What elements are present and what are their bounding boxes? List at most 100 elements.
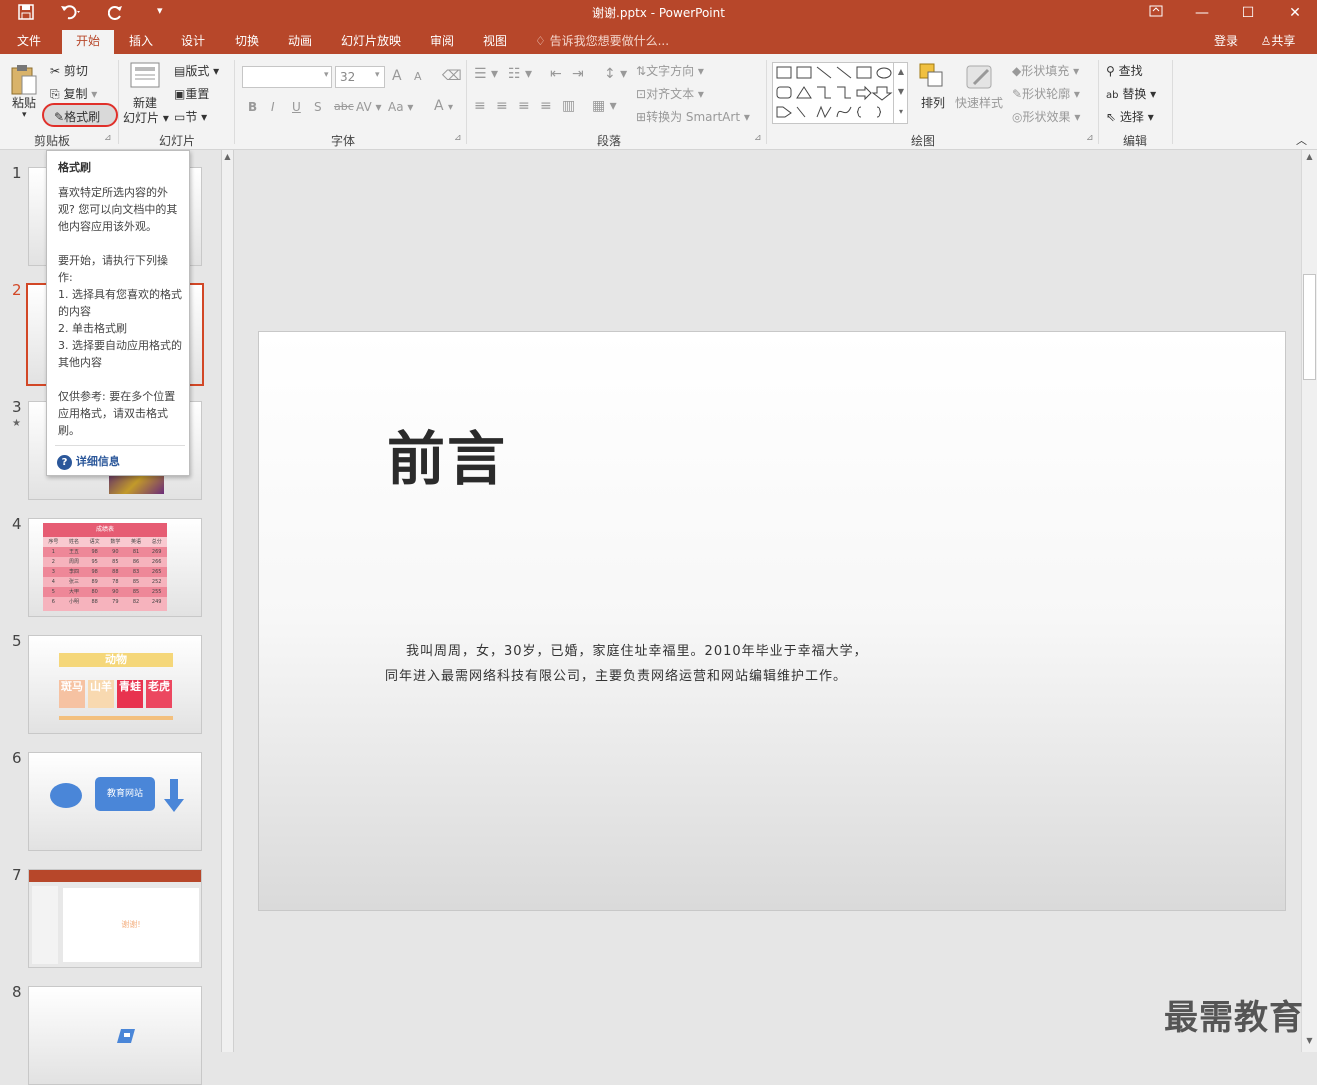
shape-outline-button[interactable]: ✎形状轮廓 ▾ <box>1012 85 1080 102</box>
scroll-thumb[interactable] <box>1303 274 1316 380</box>
section-button[interactable]: ▭节 ▾ <box>174 108 207 125</box>
font-color-button[interactable]: A ▾ <box>434 98 453 114</box>
font-color-label: A <box>434 98 444 114</box>
copy-button[interactable]: ⎘ 复制 ▾ <box>50 85 97 102</box>
shape-fill-button[interactable]: ◆形状填充 ▾ <box>1012 62 1079 79</box>
format-painter-button[interactable]: ✎格式刷 <box>42 103 118 127</box>
change-case-button[interactable]: Aa ▾ <box>388 100 413 114</box>
clipboard-launcher-icon[interactable]: ⊿ <box>104 133 112 143</box>
paste-button[interactable]: 粘贴 <box>12 94 36 111</box>
ribbon-display-icon[interactable] <box>1136 2 1176 24</box>
scroll-up-icon[interactable]: ▲ <box>1302 150 1317 164</box>
slide-thumbnail-8[interactable] <box>28 986 202 1085</box>
tab-insert[interactable]: 插入 <box>120 28 162 54</box>
tab-slideshow[interactable]: 幻灯片放映 <box>336 28 406 54</box>
numbering-icon[interactable]: ☷ ▾ <box>508 66 532 82</box>
paste-icon[interactable] <box>10 62 38 96</box>
tab-home[interactable]: 开始 <box>62 30 114 54</box>
font-size-dropdown-icon[interactable]: ▾ <box>375 70 380 80</box>
layout-button[interactable]: ▤版式 ▾ <box>174 62 219 79</box>
slide-thumbnail-5[interactable]: 动物 斑马 山羊 青蛙 老虎 <box>28 635 202 734</box>
customize-icon[interactable]: ▾ <box>157 4 163 17</box>
scroll-up-icon[interactable]: ▲ <box>222 150 233 164</box>
tell-me-box[interactable]: ♢ 告诉我您想要做什么... <box>535 28 675 54</box>
tab-view[interactable]: 视图 <box>474 28 516 54</box>
ribbon-tabs: 文件 开始 插入 设计 切换 动画 幻灯片放映 审阅 视图 ♢ 告诉我您想要做什… <box>0 28 1317 54</box>
tooltip-more-link[interactable]: ? 详细信息 <box>57 453 120 470</box>
close-icon[interactable]: ✕ <box>1275 2 1315 24</box>
slide-thumbnail-7[interactable]: 谢谢! <box>28 869 202 968</box>
maximize-icon[interactable]: ☐ <box>1228 2 1268 24</box>
slide-body-line1[interactable]: 我叫周周，女，30岁，已婚，家庭住址幸福里。2010年毕业于幸福大学， <box>406 640 868 659</box>
smartart-button[interactable]: ⊞转换为 SmartArt ▾ <box>636 108 750 125</box>
clear-format-icon[interactable]: ⌫ <box>442 68 462 84</box>
italic-button[interactable]: I <box>271 100 275 114</box>
paste-dropdown-icon[interactable]: ▾ <box>22 110 27 120</box>
new-slide-icon[interactable] <box>130 62 160 90</box>
share-button[interactable]: ♙共享 <box>1252 28 1304 54</box>
save-icon[interactable] <box>18 4 34 24</box>
shape-effects-button[interactable]: ◎形状效果 ▾ <box>1012 108 1080 125</box>
quick-styles-icon[interactable] <box>964 62 996 92</box>
distributed-icon[interactable]: ▥ <box>562 98 575 114</box>
text-direction-button[interactable]: ⇅文字方向 ▾ <box>636 62 704 79</box>
scroll-down-icon[interactable]: ▼ <box>1302 1036 1317 1045</box>
new-slide-label: 幻灯片 <box>123 111 160 125</box>
redo-icon[interactable] <box>107 4 124 24</box>
slide-thumbnail-4[interactable]: 成绩表 序号 姓名 语文 数学 英语 总分 1 王五 98 90 81 269 2 周周 95 85 86 2… <box>28 518 202 617</box>
collapse-ribbon-icon[interactable]: ︿ <box>1296 132 1307 148</box>
effects-icon: ◎ <box>1012 110 1023 124</box>
arrange-button[interactable]: 排列 <box>921 94 945 111</box>
tab-transitions[interactable]: 切换 <box>226 28 268 54</box>
find-button[interactable]: ⚲ 查找 <box>1106 62 1143 79</box>
tab-file[interactable]: 文件 <box>4 28 54 54</box>
align-left-icon[interactable]: ≡ <box>474 98 486 114</box>
tell-me-text: 告诉我您想要做什么... <box>549 34 670 48</box>
shadow-button[interactable]: S <box>314 100 322 114</box>
strikethrough-button[interactable]: abc <box>334 100 354 113</box>
grow-font-icon[interactable]: A <box>392 68 402 84</box>
slide-scrollbar[interactable]: ▲ ▼ <box>1301 150 1317 1052</box>
reset-button[interactable]: ▣重置 <box>174 85 209 102</box>
shrink-font-icon[interactable]: A <box>414 70 422 83</box>
replace-button[interactable]: ab 替换 ▾ <box>1106 85 1156 102</box>
shapes-scroll-icon[interactable]: ▲ ▼ ▾ <box>893 62 908 124</box>
window-title: 谢谢.pptx - PowerPoint <box>592 6 725 20</box>
thumbnail-scrollbar[interactable]: ▲ <box>221 150 234 1052</box>
select-button[interactable]: ⇖ 选择 ▾ <box>1106 108 1154 125</box>
paragraph-launcher-icon[interactable]: ⊿ <box>754 133 762 143</box>
bullets-icon[interactable]: ☰ ▾ <box>474 66 498 82</box>
decrease-indent-icon[interactable]: ⇤ <box>550 66 562 82</box>
arrange-icon[interactable] <box>918 62 948 92</box>
slide-canvas[interactable]: 前言 我叫周周，女，30岁，已婚，家庭住址幸福里。2010年毕业于幸福大学， 同… <box>258 331 1286 911</box>
font-launcher-icon[interactable]: ⊿ <box>454 133 462 143</box>
columns-icon[interactable]: ▦ ▾ <box>592 98 617 114</box>
line-spacing-icon[interactable]: ↕ ▾ <box>604 66 627 82</box>
justify-icon[interactable]: ≡ <box>540 98 552 114</box>
align-text-button[interactable]: ⊡对齐文本 ▾ <box>636 85 704 102</box>
cut-button[interactable]: ✂ 剪切 <box>50 62 88 79</box>
new-slide-button[interactable]: 幻灯片 ▾ <box>123 109 169 126</box>
minimize-icon[interactable]: — <box>1182 2 1222 24</box>
drawing-launcher-icon[interactable]: ⊿ <box>1086 133 1094 143</box>
login-link[interactable]: 登录 <box>1208 28 1244 54</box>
undo-icon[interactable] <box>60 4 82 24</box>
tab-design[interactable]: 设计 <box>172 28 214 54</box>
increase-indent-icon[interactable]: ⇥ <box>572 66 584 82</box>
underline-button[interactable]: U <box>292 100 301 114</box>
shapes-gallery[interactable] <box>772 62 908 124</box>
slide-body-line2[interactable]: 同年进入最需网络科技有限公司，主要负责网络运营和网站编辑维护工作。 <box>385 665 847 684</box>
quick-styles-button[interactable]: 快速样式 <box>955 94 1003 111</box>
bold-button[interactable]: B <box>248 100 257 114</box>
slide-thumbnail-6[interactable]: 教育网站 <box>28 752 202 851</box>
font-family-dropdown-icon[interactable]: ▾ <box>324 70 329 80</box>
thumb-number: 5 <box>12 632 22 650</box>
thumb-table-row: 1 王五 98 90 81 269 <box>43 547 167 557</box>
align-right-icon[interactable]: ≡ <box>518 98 530 114</box>
tab-review[interactable]: 审阅 <box>421 28 463 54</box>
char-spacing-button[interactable]: AV ▾ <box>356 100 382 114</box>
slide-title[interactable]: 前言 <box>387 412 507 496</box>
tab-animations[interactable]: 动画 <box>279 28 321 54</box>
align-center-icon[interactable]: ≡ <box>496 98 508 114</box>
font-family-input[interactable] <box>242 66 332 88</box>
